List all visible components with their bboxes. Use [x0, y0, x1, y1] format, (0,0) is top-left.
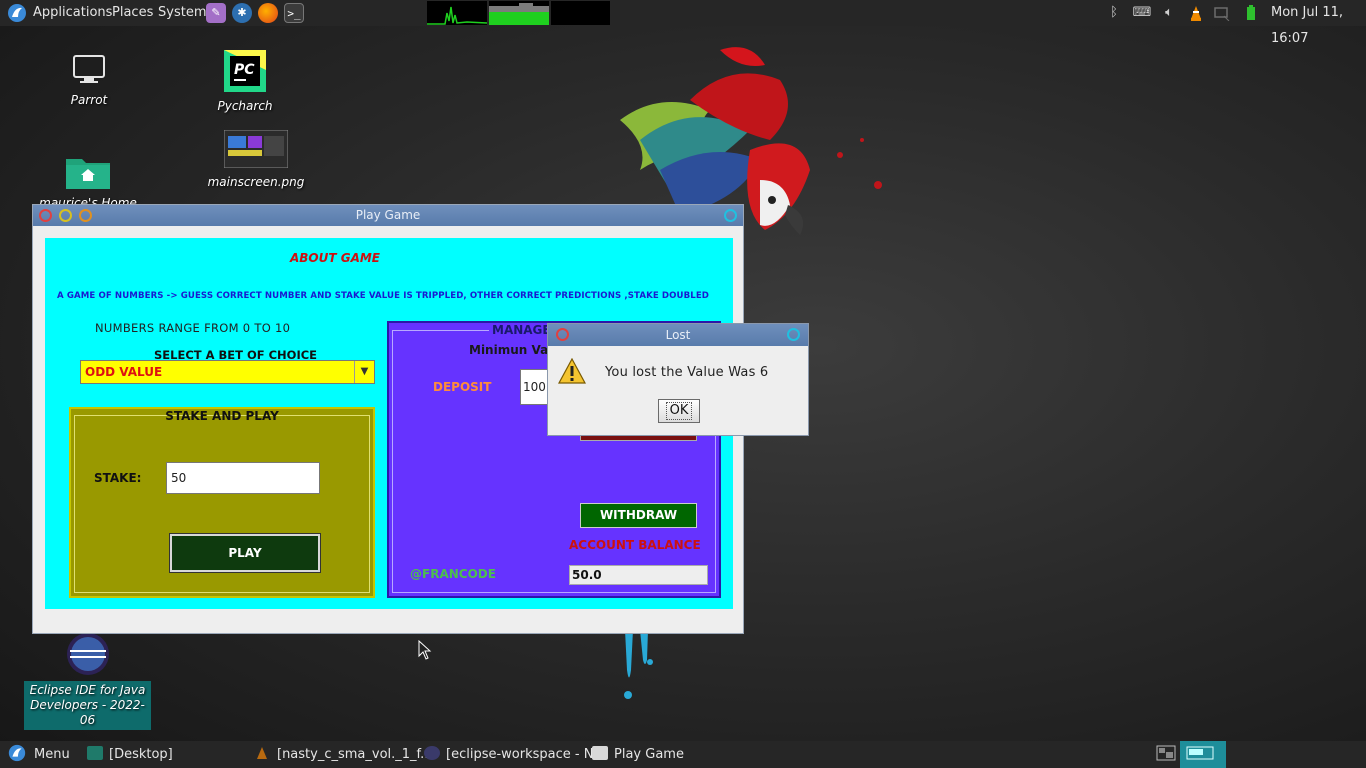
bluetooth-icon[interactable]: ᛒ	[1106, 5, 1122, 21]
svg-text:PC: PC	[234, 62, 255, 78]
workspace-active-icon	[1186, 746, 1214, 760]
eclipse-icon	[424, 746, 440, 760]
workspace-switcher-1[interactable]	[1156, 741, 1176, 768]
stake-label: STAKE:	[94, 471, 142, 485]
dialog-title: Lost	[665, 328, 691, 342]
network-monitor	[551, 1, 610, 25]
desktop-icon-eclipse[interactable]: Eclipse IDE for Java Developers - 2022-0…	[24, 632, 151, 730]
eclipse-icon	[66, 633, 109, 675]
vlc-icon	[255, 743, 271, 759]
shade-icon[interactable]	[787, 328, 800, 341]
bet-choice-value: ODD VALUE	[85, 365, 163, 379]
dialog-message: You lost the Value Was 6	[605, 365, 769, 380]
keyboard-icon[interactable]: ⌨	[1132, 5, 1152, 21]
home-folder-icon	[66, 159, 110, 189]
withdraw-button[interactable]: WITHDRAW	[580, 503, 697, 528]
java-app-icon	[592, 746, 608, 760]
francode-label: @FRANCODE	[410, 567, 496, 581]
ok-button[interactable]: OK	[658, 399, 700, 423]
paint-drip-art	[624, 630, 653, 699]
bet-choice-select[interactable]: ODD VALUE ▼	[80, 360, 375, 384]
deposit-label: DEPOSIT	[433, 380, 492, 394]
places-menu[interactable]: Places	[112, 0, 153, 26]
image-file-icon	[223, 129, 289, 169]
task-vlc[interactable]: [nasty_c_sma_vol._1_f...	[255, 741, 433, 768]
task-play-game[interactable]: Play Game	[592, 741, 684, 768]
desktop-icon-mainscreen[interactable]: mainscreen.png	[201, 129, 311, 189]
parrot-computer-icon	[73, 55, 105, 83]
terminal-icon[interactable]: >_	[284, 3, 304, 23]
warning-icon	[558, 358, 586, 384]
firefox-icon[interactable]	[258, 3, 278, 23]
menu-button[interactable]: Menu	[6, 741, 70, 768]
system-menu[interactable]: System	[158, 0, 206, 26]
battery-icon[interactable]	[1243, 5, 1259, 21]
vlc-icon[interactable]	[1188, 5, 1204, 21]
window-titlebar[interactable]: Play Game	[33, 205, 743, 226]
task-eclipse[interactable]: [eclipse-workspace - N...	[424, 741, 606, 768]
task-desktop[interactable]: [Desktop]	[87, 741, 173, 768]
parrot-logo-icon	[8, 744, 26, 762]
settings-icon[interactable]: ✱	[232, 3, 252, 23]
stake-panel-title: STAKE AND PLAY	[165, 409, 279, 423]
text-editor-icon[interactable]: ✎	[206, 3, 226, 23]
maximize-icon[interactable]	[79, 209, 92, 222]
mouse-cursor-icon	[418, 640, 432, 660]
clock[interactable]: Mon Jul 11, 16:07	[1271, 0, 1366, 46]
desktop-icon-pycharm[interactable]: PC Pycharch	[190, 50, 300, 113]
range-label: NUMBERS RANGE FROM 0 TO 10	[95, 321, 291, 335]
pycharm-icon: PC	[224, 50, 266, 92]
volume-icon[interactable]: 🔈︎	[1161, 5, 1177, 21]
about-text: A GAME OF NUMBERS -> GUESS CORRECT NUMBE…	[57, 291, 710, 301]
window-title: Play Game	[355, 208, 421, 222]
manage-panel-title: MANAGE	[489, 323, 554, 337]
close-icon[interactable]	[556, 328, 569, 341]
account-balance-label: ACCOUNT BALANCE	[569, 538, 701, 552]
minimize-icon[interactable]	[59, 209, 72, 222]
dialog-titlebar[interactable]: Lost	[548, 324, 808, 346]
chevron-down-icon[interactable]: ▼	[354, 361, 374, 383]
minimum-value-label: Minimun Va	[469, 343, 549, 357]
ok-button-label: OK	[665, 402, 693, 420]
account-balance-field: 50.0	[569, 565, 708, 585]
play-button[interactable]: PLAY	[169, 533, 321, 573]
desktop-icon-parrot[interactable]: Parrot	[34, 54, 144, 107]
memory-monitor	[489, 1, 549, 25]
desktop-icon-home[interactable]: maurice's Home	[33, 155, 143, 205]
top-panel: Applications Places System ✎ ✱ >_ ᛒ ⌨ 🔈︎…	[0, 0, 1366, 46]
about-title: ABOUT GAME	[289, 251, 381, 265]
stake-input[interactable]: 50	[166, 462, 320, 494]
network-disconnected-icon[interactable]	[1214, 5, 1230, 22]
shade-icon[interactable]	[724, 209, 737, 222]
lost-dialog: Lost You lost the Value Was 6 OK	[547, 323, 809, 436]
bottom-taskbar: Menu [Desktop] [nasty_c_sma_vol._1_f... …	[0, 741, 1366, 768]
workspace-switcher-2[interactable]	[1180, 741, 1226, 768]
stake-panel: STAKE AND PLAY STAKE: 50 PLAY	[69, 407, 375, 598]
cpu-monitor	[427, 1, 487, 25]
applications-menu[interactable]: Applications	[33, 0, 112, 26]
parrot-logo-icon[interactable]	[6, 0, 28, 26]
workspace-icon	[1156, 745, 1176, 761]
desktop-icon	[87, 746, 103, 760]
close-icon[interactable]	[39, 209, 52, 222]
